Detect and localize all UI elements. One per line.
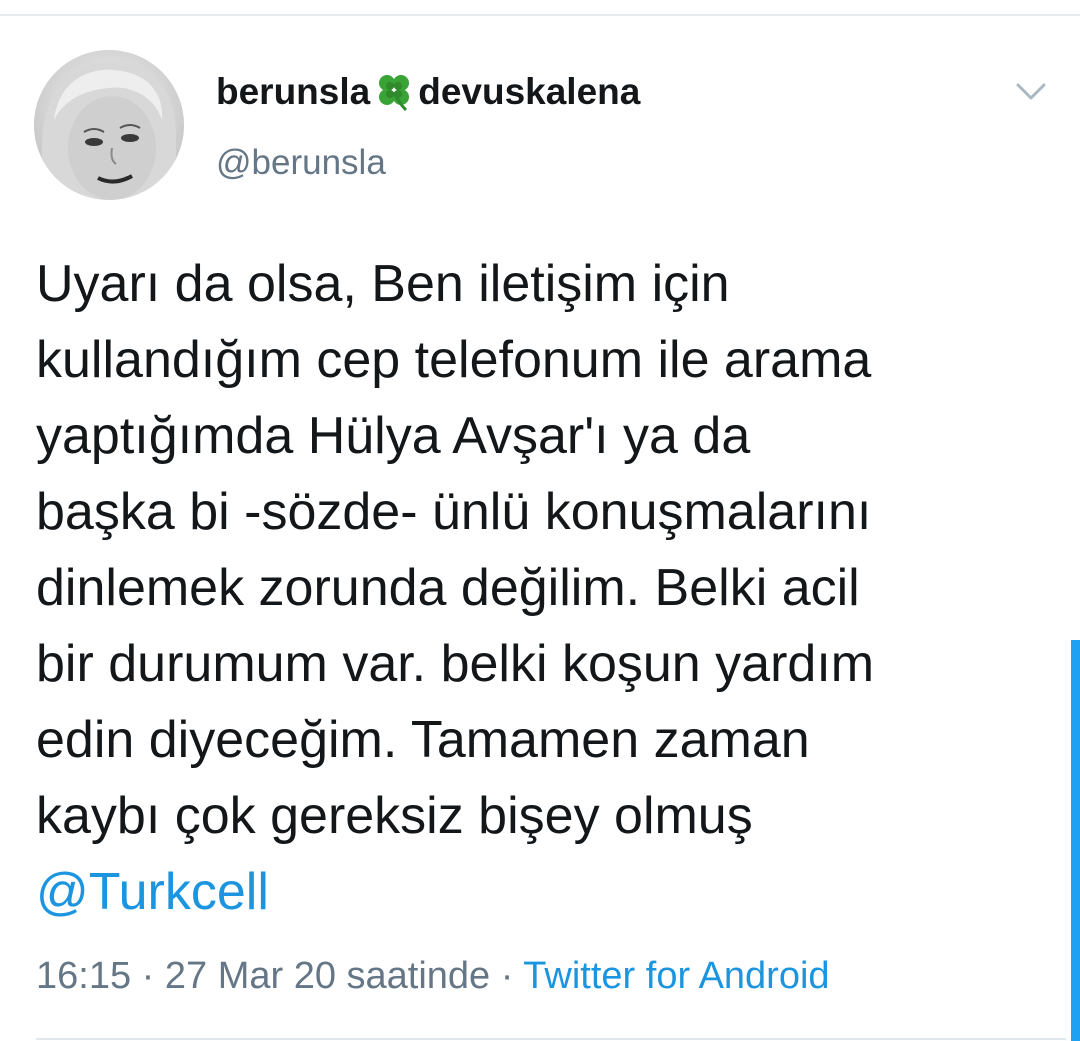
tweet-line: dinlemek zorunda değilim. Belki acil	[36, 559, 860, 617]
four-leaf-clover-icon	[379, 75, 410, 112]
tweet-line: edin diyeceğim. Tamamen zaman	[36, 711, 810, 769]
user-handle[interactable]: @berunsla	[216, 143, 386, 183]
tweet-line: Uyarı da olsa, Ben iletişim için	[36, 255, 730, 313]
tweet-date: 27 Mar 20 saatinde	[164, 955, 491, 997]
tweet-time: 16:15	[36, 955, 132, 997]
tweet-line: yaptığımda Hülya Avşar'ı ya da	[36, 407, 751, 465]
display-name[interactable]: berunsla devuskalena	[216, 70, 640, 114]
avatar[interactable]	[34, 50, 184, 200]
tweet-text: Uyarı da olsa, Ben iletişim için kulland…	[36, 246, 1046, 930]
tweet-line: kaybı çok gereksiz bişey olmuş	[36, 787, 753, 845]
display-name-part1: berunsla	[216, 71, 371, 112]
chevron-down-icon[interactable]	[1014, 80, 1048, 104]
tweet-line: bir durumum var. belki koşun yardım	[36, 635, 875, 693]
tweet-source-link[interactable]: Twitter for Android	[523, 955, 829, 997]
scrollbar[interactable]	[1071, 640, 1080, 1041]
tweet-line: kullandığım cep telefonum ile arama	[36, 331, 872, 389]
mention-link[interactable]: @Turkcell	[36, 854, 1046, 930]
top-divider	[0, 14, 1080, 16]
avatar-image	[34, 50, 184, 200]
tweet-meta: 16:15 · 27 Mar 20 saatinde · Twitter for…	[36, 955, 830, 998]
meta-separator: ·	[141, 955, 155, 997]
tweet-detail-view: berunsla devuskalena @berunsla Uyarı da …	[0, 0, 1080, 1041]
bottom-divider	[36, 1038, 1066, 1040]
tweet-line: başka bi -sözde- ünlü konuşmalarını	[36, 483, 872, 541]
display-name-part2: devuskalena	[418, 71, 641, 112]
meta-separator: ·	[500, 955, 514, 997]
